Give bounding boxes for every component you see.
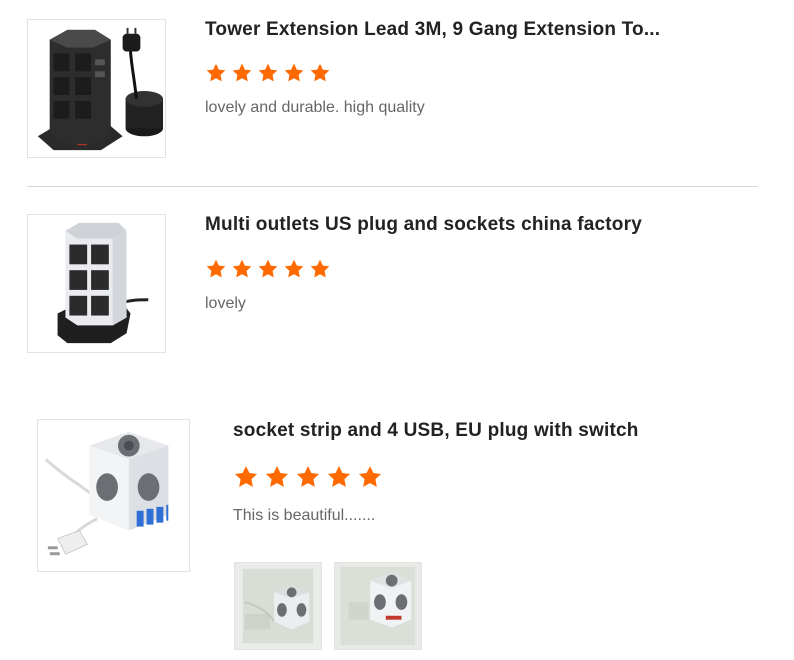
star-icon [231, 62, 253, 84]
rating-stars [205, 62, 335, 84]
star-icon [257, 62, 279, 84]
review-comment: lovely [205, 295, 246, 312]
product-image-multi-outlet-tower[interactable] [27, 214, 166, 353]
customer-photo[interactable] [234, 562, 322, 650]
star-icon [295, 464, 321, 490]
star-icon [233, 464, 259, 490]
star-icon [283, 62, 305, 84]
star-icon [257, 258, 279, 280]
review-comment: This is beautiful....... [233, 507, 376, 524]
star-icon [357, 464, 383, 490]
star-icon [309, 62, 331, 84]
customer-photo-1-image [235, 563, 321, 649]
review-comment: lovely and durable. high quality [205, 99, 425, 116]
star-icon [326, 464, 352, 490]
multi-outlet-tower-image [57, 222, 149, 344]
rating-stars [233, 464, 388, 490]
star-icon [205, 62, 227, 84]
review-divider [27, 186, 758, 187]
rating-stars [205, 258, 335, 280]
customer-photo[interactable] [334, 562, 422, 650]
cube-socket-image [44, 431, 169, 556]
star-icon [283, 258, 305, 280]
product-title[interactable]: socket strip and 4 USB, EU plug with swi… [233, 420, 639, 442]
star-icon [309, 258, 331, 280]
star-icon [205, 258, 227, 280]
product-title[interactable]: Tower Extension Lead 3M, 9 Gang Extensio… [205, 19, 660, 41]
star-icon [264, 464, 290, 490]
customer-photo-2-image [335, 563, 421, 649]
product-title[interactable]: Multi outlets US plug and sockets china … [205, 214, 642, 236]
product-image-cube-socket[interactable] [37, 419, 190, 572]
tower-extension-lead-image [37, 27, 164, 151]
star-icon [231, 258, 253, 280]
product-image-tower-extension-lead[interactable] [27, 19, 166, 158]
